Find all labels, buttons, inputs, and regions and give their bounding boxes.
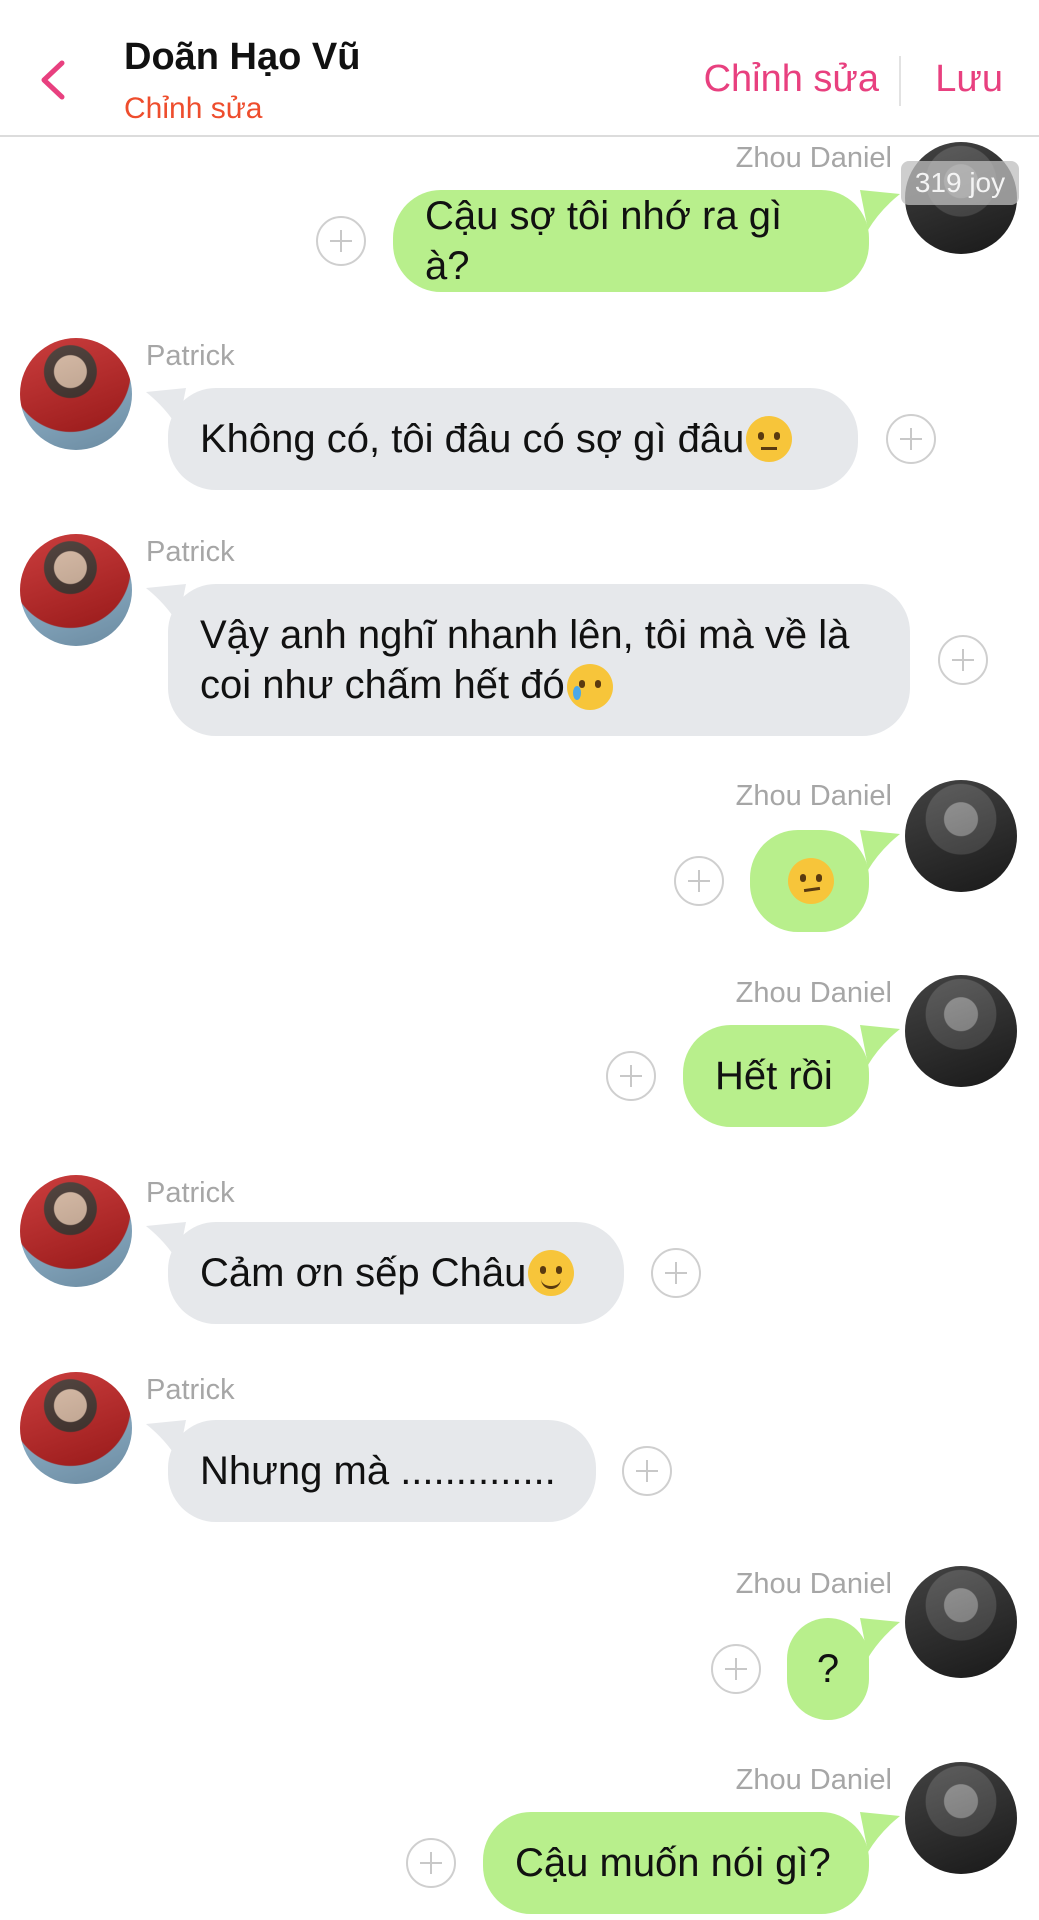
message-bubble[interactable]: Vậy anh nghĩ nhanh lên, tôi mà về là coi… [168, 584, 910, 736]
add-reaction-button[interactable] [886, 414, 936, 464]
sender-name: Zhou Daniel [735, 1568, 892, 1600]
edit-button[interactable]: Chỉnh sửa [704, 58, 879, 101]
chat-header: Doãn Hạo Vũ Chỉnh sửa Chỉnh sửa Lưu [0, 0, 1039, 137]
message-text: Không có, tôi đâu có sợ gì đâu [200, 417, 745, 461]
sender-name: Zhou Daniel [735, 780, 892, 812]
unamused-face-emoji-icon [787, 858, 834, 904]
message-text: Hết rồi [715, 1054, 833, 1098]
sender-name: Zhou Daniel [735, 142, 892, 174]
sender-name: Patrick [146, 536, 235, 568]
sender-name: Patrick [146, 1374, 235, 1406]
header-divider [899, 56, 901, 106]
message-text: ? [816, 1647, 840, 1691]
message-bubble[interactable]: ? [787, 1618, 869, 1720]
message-text: Cậu muốn nói gì? [515, 1841, 831, 1885]
avatar-patrick[interactable] [20, 1175, 132, 1287]
watermark: 319 joy [901, 161, 1019, 205]
message-bubble[interactable]: Cảm ơn sếp Châu [168, 1222, 624, 1324]
message-bubble[interactable]: Cậu sợ tôi nhớ ra gì à? [393, 190, 869, 292]
add-reaction-button[interactable] [651, 1248, 701, 1298]
message-bubble[interactable] [750, 830, 869, 932]
avatar-patrick[interactable] [20, 338, 132, 450]
sad-tear-face-emoji-icon [566, 664, 613, 711]
smiling-face-emoji-icon [528, 1250, 575, 1296]
avatar-patrick[interactable] [20, 1372, 132, 1484]
chat-subtitle[interactable]: Chỉnh sửa [124, 92, 263, 126]
sender-name: Zhou Daniel [735, 977, 892, 1009]
message-bubble[interactable]: Cậu muốn nói gì? [483, 1812, 869, 1914]
avatar-zhou-daniel[interactable] [905, 975, 1017, 1087]
avatar-zhou-daniel[interactable] [905, 1762, 1017, 1874]
add-reaction-button[interactable] [406, 1838, 456, 1888]
message-bubble[interactable]: Không có, tôi đâu có sợ gì đâu [168, 388, 858, 490]
message-text: Nhưng mà .............. [200, 1449, 556, 1493]
message-text: Cậu sợ tôi nhớ ra gì à? [425, 194, 783, 288]
save-button[interactable]: Lưu [935, 58, 1003, 101]
add-reaction-button[interactable] [622, 1446, 672, 1496]
chat-title: Doãn Hạo Vũ [124, 36, 361, 78]
sender-name: Patrick [146, 1177, 235, 1209]
message-bubble[interactable]: Hết rồi [683, 1025, 869, 1127]
avatar-zhou-daniel[interactable] [905, 1566, 1017, 1678]
sender-name: Zhou Daniel [735, 1764, 892, 1796]
avatar-patrick[interactable] [20, 534, 132, 646]
add-reaction-button[interactable] [938, 635, 988, 685]
message-bubble[interactable]: Nhưng mà .............. [168, 1420, 596, 1522]
add-reaction-button[interactable] [606, 1051, 656, 1101]
back-chevron-icon[interactable] [30, 55, 80, 105]
add-reaction-button[interactable] [316, 216, 366, 266]
neutral-face-emoji-icon [746, 416, 793, 462]
message-text: Cảm ơn sếp Châu [200, 1251, 527, 1295]
message-text: Vậy anh nghĩ nhanh lên, tôi mà về là coi… [200, 610, 870, 711]
add-reaction-button[interactable] [711, 1644, 761, 1694]
add-reaction-button[interactable] [674, 856, 724, 906]
sender-name: Patrick [146, 340, 235, 372]
avatar-zhou-daniel[interactable] [905, 780, 1017, 892]
